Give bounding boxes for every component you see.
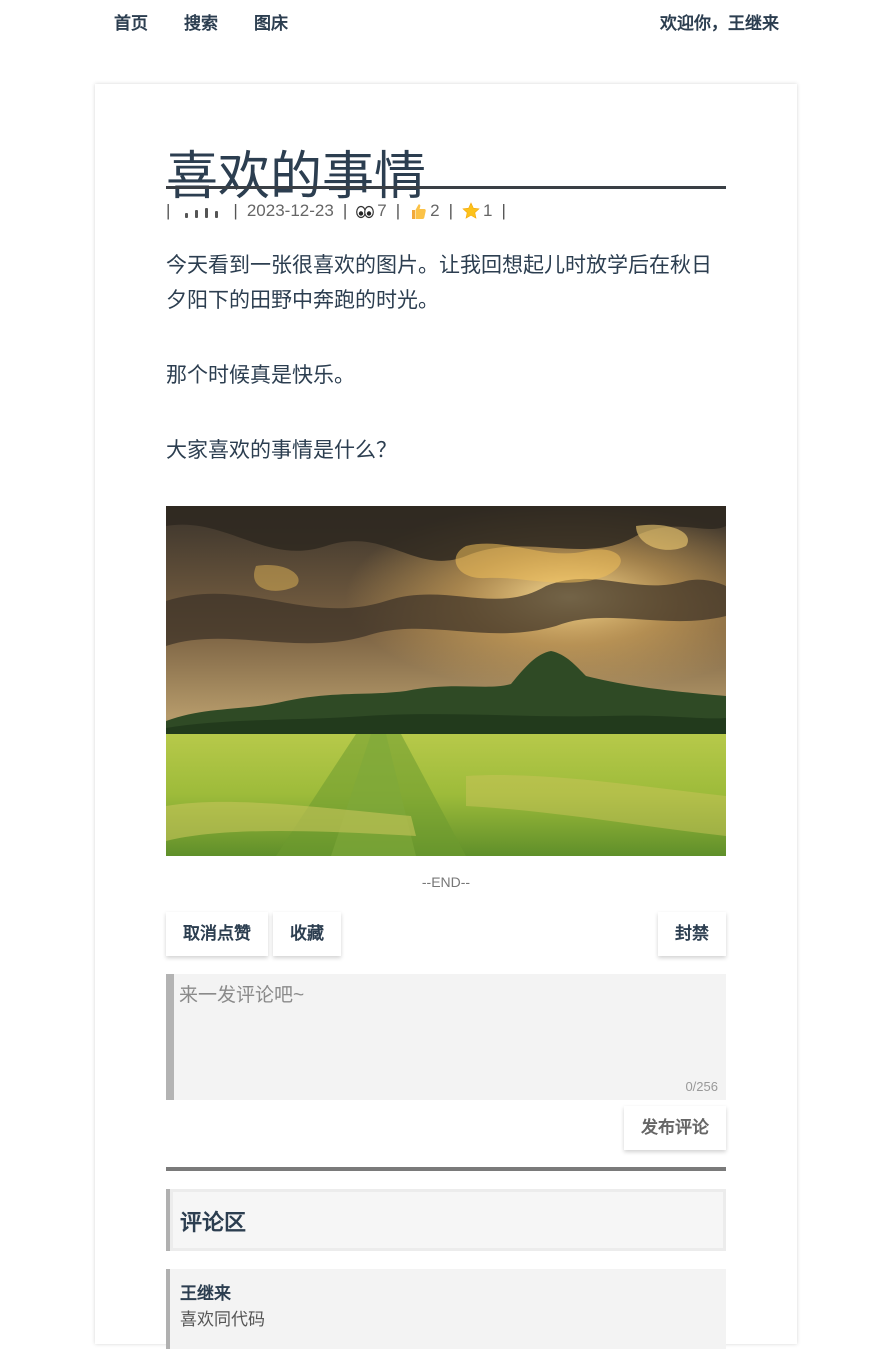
comments-divider (166, 1167, 726, 1171)
views-count: 7 (356, 201, 387, 221)
favorites-count: 1 (462, 201, 492, 221)
likes-value: 2 (430, 201, 440, 220)
comment-input-box: 0/256 (166, 974, 726, 1100)
end-marker: --END-- (421, 874, 471, 890)
title-divider (166, 186, 726, 189)
meta-separator: | (501, 201, 506, 220)
favorites-value: 1 (483, 201, 493, 220)
author-avatar-blurred[interactable] (185, 204, 219, 218)
nav-home-link[interactable]: 首页 (114, 9, 148, 34)
meta-separator: | (395, 201, 401, 220)
comment-item: 王继来 喜欢同代码 (166, 1269, 726, 1349)
post-paragraph: 今天看到一张很喜欢的图片。让我回想起儿时放学后在秋日夕阳下的田野中奔跑的时光。 (166, 254, 712, 312)
comment-char-counter: 0/256 (685, 1079, 718, 1094)
post-paragraph: 大家喜欢的事情是什么？ (166, 439, 397, 462)
ban-button[interactable]: 封禁 (658, 912, 726, 956)
comment-textarea[interactable] (174, 974, 726, 1100)
nav-search-link[interactable]: 搜索 (184, 9, 218, 34)
comment-username[interactable]: 王继来 (180, 1279, 231, 1304)
views-value: 7 (377, 201, 387, 220)
post-body: 今天看到一张很喜欢的图片。让我回想起儿时放学后在秋日夕阳下的田野中奔跑的时光。 … (166, 248, 726, 508)
comment-text: 喜欢同代码 (180, 1310, 265, 1329)
unlike-button[interactable]: 取消点赞 (166, 912, 268, 956)
nav-gallery-link[interactable]: 图床 (254, 9, 288, 34)
meta-separator: | (342, 201, 348, 220)
meta-separator: | (448, 201, 454, 220)
post-card: 喜欢的事情 | | 2023-12-23 | 7 | 2 | 1 | 今天看到一… (95, 84, 797, 1349)
post-image (166, 506, 726, 856)
meta-separator: | (166, 201, 171, 220)
top-nav: 首页 搜索 图床 欢迎你，王继来 (0, 0, 893, 38)
comments-header: 评论区 (166, 1189, 726, 1251)
post-meta: | | 2023-12-23 | 7 | 2 | 1 | (166, 200, 515, 222)
meta-separator: | (233, 201, 238, 220)
submit-comment-button[interactable]: 发布评论 (624, 1106, 726, 1150)
comments-heading: 评论区 (180, 1210, 247, 1235)
thumbs-up-icon (412, 204, 426, 219)
favorite-button[interactable]: 收藏 (273, 912, 341, 956)
likes-count: 2 (409, 201, 440, 221)
eyes-icon (356, 205, 375, 219)
post-date: 2023-12-23 (246, 201, 334, 220)
post-title: 喜欢的事情 (166, 147, 427, 206)
post-paragraph: 那个时候真是快乐。 (166, 364, 355, 387)
star-icon (462, 202, 480, 219)
welcome-text: 欢迎你，王继来 (660, 14, 779, 33)
